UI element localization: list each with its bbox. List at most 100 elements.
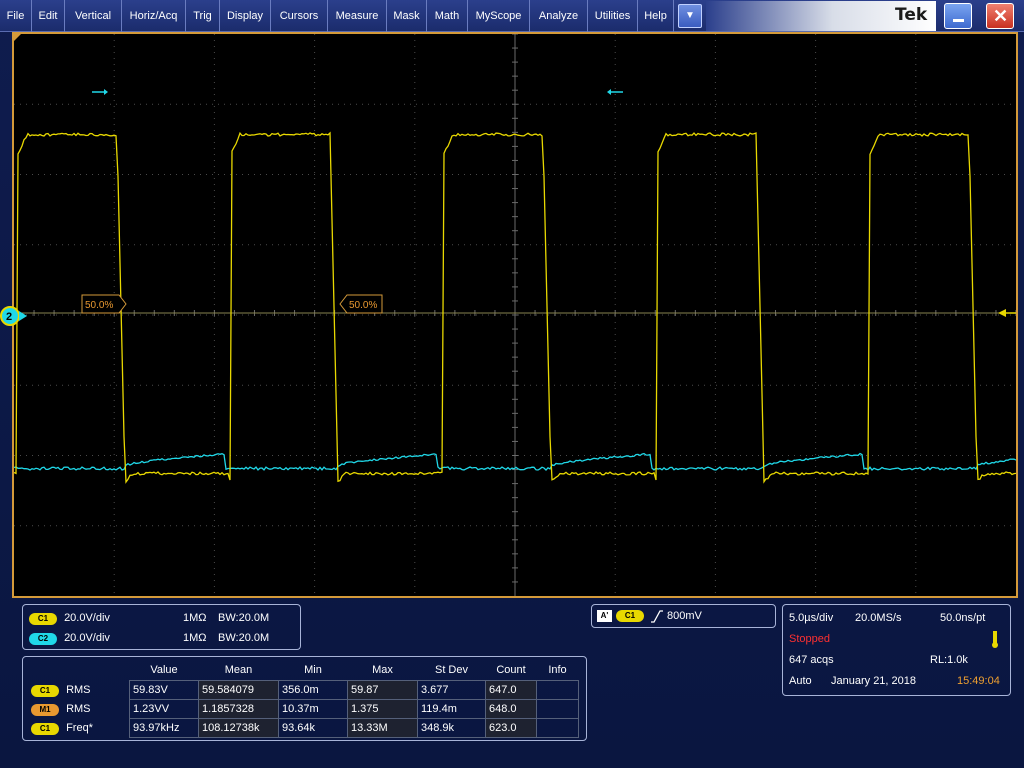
meas-row-2-name: RMS	[66, 703, 91, 715]
cell-mean: 108.12738k	[198, 717, 279, 738]
cell-min: 356.0m	[278, 679, 348, 700]
cell-value: 1.23VV	[129, 698, 199, 719]
acquisition-time: 15:49:04	[957, 675, 1000, 687]
channel-1-scale: 20.0V/div	[64, 612, 110, 624]
table-row: 59.83V 59.584079 356.0m 59.87 3.677 647.…	[129, 679, 579, 700]
channel-2-badge: C2	[29, 633, 57, 645]
menu-help[interactable]: Help	[638, 0, 674, 32]
acquisition-count: 647 acqs	[789, 654, 834, 666]
cell-stdev: 119.4m	[417, 698, 486, 719]
channel-2-settings[interactable]: C2 20.0V/div	[29, 632, 110, 645]
meas-row-1-name: RMS	[66, 684, 91, 696]
col-header-stdev: St Dev	[434, 664, 468, 677]
cell-mean: 59.584079	[198, 679, 279, 700]
channel-settings-panel: C1 20.0V/div 1MΩ BW:20.0M C2 20.0V/div 1…	[22, 604, 301, 650]
cell-info	[536, 679, 579, 700]
close-icon: ✕	[993, 6, 1009, 26]
channel-1-badge: C1	[29, 613, 57, 625]
minimize-button[interactable]	[944, 3, 972, 29]
trigger-level: 800mV	[667, 610, 702, 622]
timebase: 5.0µs/div	[789, 612, 834, 624]
meas-row-1-badge: C1	[31, 685, 59, 697]
rising-edge-icon	[651, 610, 663, 623]
trigger-mode-badge: A'	[597, 610, 612, 622]
horizontal-position-icon[interactable]	[92, 89, 108, 95]
menu-vertical[interactable]: Vertical	[65, 0, 122, 32]
record-start-icon	[14, 34, 21, 41]
measurement-header-row: Value Mean Min Max St Dev Count Info	[130, 661, 579, 680]
cell-count: 623.0	[485, 717, 537, 738]
menu-edit[interactable]: Edit	[32, 0, 65, 32]
menu-file[interactable]: File	[0, 0, 32, 32]
cell-stdev: 348.9k	[417, 717, 486, 738]
menu-myscope[interactable]: MyScope	[468, 0, 530, 32]
menu-cursors[interactable]: Cursors	[271, 0, 328, 32]
acquisition-panel[interactable]: 5.0µs/div 20.0MS/s 50.0ns/pt Stopped 647…	[782, 604, 1011, 696]
cell-min: 93.64k	[278, 717, 348, 738]
menu-trig[interactable]: Trig	[186, 0, 220, 32]
channel-2-marker[interactable]: 2	[0, 304, 34, 328]
menu-utilities[interactable]: Utilities	[588, 0, 638, 32]
menu-bar: File Edit Vertical Horiz/Acq Trig Displa…	[0, 0, 1024, 32]
measurement-table: Value Mean Min Max St Dev Count Info 59.…	[129, 661, 579, 738]
trigger-status-icon	[992, 631, 998, 648]
channel-1-coupling: 1MΩ	[183, 612, 207, 624]
cell-value: 59.83V	[129, 679, 199, 700]
table-row: 93.97kHz 108.12738k 93.64k 13.33M 348.9k…	[129, 717, 579, 738]
meas-row-2-label[interactable]: M1 RMS	[31, 700, 91, 719]
svg-text:50.0%: 50.0%	[349, 300, 377, 311]
channel-1-settings[interactable]: C1 20.0V/div	[29, 612, 110, 625]
sample-rate: 20.0MS/s	[855, 612, 902, 624]
trigger-source-badge: C1	[616, 610, 644, 622]
cell-min: 10.37m	[278, 698, 348, 719]
minimize-icon	[953, 19, 964, 22]
cell-max: 59.87	[347, 679, 418, 700]
table-row: 1.23VV 1.1857328 10.37m 1.375 119.4m 648…	[129, 698, 579, 719]
cell-max: 1.375	[347, 698, 418, 719]
acquisition-date: January 21, 2018	[831, 675, 917, 687]
menu-analyze[interactable]: Analyze	[530, 0, 588, 32]
menu-horiz-acq[interactable]: Horiz/Acq	[122, 0, 186, 32]
channel-1-bandwidth: BW:20.0M	[218, 612, 270, 624]
ref-level-label-2: 50.0%	[339, 294, 383, 314]
menu-mask[interactable]: Mask	[387, 0, 427, 32]
oscilloscope-app: File Edit Vertical Horiz/Acq Trig Displa…	[0, 0, 1024, 768]
cell-info	[536, 698, 579, 719]
menu-display[interactable]: Display	[220, 0, 271, 32]
col-header-count: Count	[496, 664, 526, 677]
tek-logo: Tek	[895, 5, 928, 25]
ref-level-label-1: 50.0%	[81, 294, 127, 314]
channel-2-scale: 20.0V/div	[64, 632, 110, 644]
record-length: RL:1.0k	[930, 654, 968, 666]
acquisition-state: Stopped	[789, 633, 830, 645]
svg-text:50.0%: 50.0%	[85, 300, 113, 311]
waveform-display[interactable]: 50.0% 50.0%	[12, 32, 1018, 598]
measurement-panel[interactable]: C1 RMS M1 RMS C1 Freq* Value Mean Min Ma…	[22, 656, 587, 741]
cell-count: 647.0	[485, 679, 537, 700]
menu-measure[interactable]: Measure	[328, 0, 387, 32]
graticule: 50.0% 50.0%	[14, 34, 1016, 596]
col-header-mean: Mean	[224, 664, 253, 677]
meas-row-3-badge: C1	[31, 723, 59, 735]
trigger-panel[interactable]: A' C1 800mV	[591, 604, 776, 628]
time-resolution: 50.0ns/pt	[940, 612, 986, 624]
menu-dropdown-button[interactable]: ▼	[678, 4, 702, 28]
cell-mean: 1.1857328	[198, 698, 279, 719]
trigger-level-icon[interactable]	[998, 309, 1006, 317]
col-header-max: Max	[372, 664, 393, 677]
col-header-min: Min	[304, 664, 322, 677]
graticule-grid	[14, 34, 1016, 596]
meas-row-1-label[interactable]: C1 RMS	[31, 681, 91, 700]
menu-math[interactable]: Math	[427, 0, 468, 32]
cell-info	[536, 717, 579, 738]
svg-text:2: 2	[6, 311, 12, 323]
meas-row-3-label[interactable]: C1 Freq*	[31, 719, 93, 738]
cell-stdev: 3.677	[417, 679, 486, 700]
meas-row-3-name: Freq*	[66, 722, 93, 734]
col-header-value: Value	[150, 664, 178, 677]
cell-max: 13.33M	[347, 717, 418, 738]
cell-count: 648.0	[485, 698, 537, 719]
col-header-info: Info	[548, 664, 567, 677]
cell-value: 93.97kHz	[129, 717, 199, 738]
close-button[interactable]: ✕	[986, 3, 1014, 29]
